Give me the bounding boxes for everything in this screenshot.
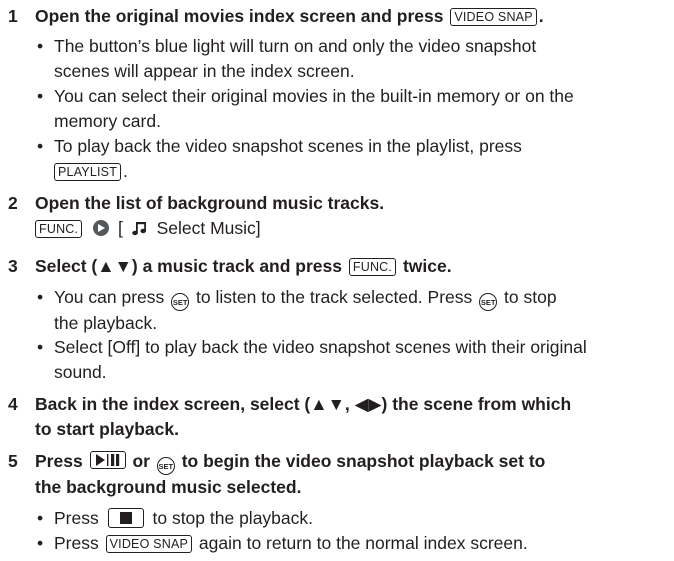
step-2-menu-path: FUNC. [ Select Music] <box>35 216 261 243</box>
bullet-text-part: to stop the playback. <box>152 508 314 528</box>
bullet-text-part: Press <box>54 508 99 528</box>
step-text: or <box>132 451 150 471</box>
bullet-text-part: Press <box>54 533 99 553</box>
playlist-key: PLAYLIST <box>54 163 122 181</box>
step-text: Select (▲▼) a music track and press <box>35 256 342 276</box>
menu-bracket: [ <box>117 218 123 238</box>
bullet-text-part: to listen to the track selected. Press <box>196 287 473 307</box>
step-number: 5 <box>8 451 18 471</box>
bullet-line: the playback. <box>54 313 158 333</box>
step-text: to begin the video snapshot playback set… <box>181 451 546 471</box>
bullet-line: You can select their original movies in … <box>54 86 574 106</box>
func-key: FUNC. <box>348 258 397 276</box>
set-button-icon: SET <box>479 293 498 311</box>
music-note-icon <box>131 218 148 243</box>
bullet-dot: • <box>37 533 44 553</box>
step-text: Open the original movies index screen an… <box>35 6 444 26</box>
bullet-text-part: to stop <box>504 287 557 307</box>
bullet-line: sound. <box>54 362 107 382</box>
step-number: 4 <box>8 394 18 414</box>
bullet-line: The button’s blue light will turn on and… <box>54 36 537 56</box>
bullet-text: Press VIDEO SNAP again to return to the … <box>54 531 662 556</box>
set-button-icon: SET <box>156 457 175 475</box>
bullet-dot: • <box>37 86 44 106</box>
video-snap-key: VIDEO SNAP <box>450 8 537 26</box>
step-number: 2 <box>8 193 18 213</box>
bullet-line: Select [Off] to play back the video snap… <box>54 337 587 357</box>
bullet-dot: • <box>37 36 44 56</box>
step-number: 1 <box>8 6 18 26</box>
step-line: to start playback. <box>35 419 179 439</box>
bullet-dot: • <box>37 136 44 156</box>
video-snap-key: VIDEO SNAP <box>105 535 193 553</box>
step-text: Press <box>35 451 83 471</box>
step-text-end: twice. <box>402 256 452 276</box>
bullet-text: To play back the video snapshot scenes i… <box>54 134 662 184</box>
bullet-text-part: again to return to the normal index scre… <box>198 533 528 553</box>
bullet-text-part: You can press <box>54 287 165 307</box>
bullet-dot: • <box>37 287 44 307</box>
bullet-dot: • <box>37 508 44 528</box>
bullet-line: To play back the video snapshot scenes i… <box>54 136 522 156</box>
step-line: Back in the index screen, select (▲▼, ◀▶… <box>35 394 572 414</box>
bullet-text: Select [Off] to play back the video snap… <box>54 335 662 385</box>
stop-key-icon <box>107 508 144 528</box>
bullet-line: memory card. <box>54 111 161 131</box>
manual-page: 1 Open the original movies index screen … <box>0 0 674 561</box>
step-text: Open the list of background music tracks… <box>35 193 385 213</box>
bullet-line: scenes will appear in the index screen. <box>54 61 355 81</box>
bullet-text: You can press SET to listen to the track… <box>54 285 662 336</box>
set-button-icon: SET <box>171 293 190 311</box>
bullet-dot: • <box>37 337 44 357</box>
func-key: FUNC. <box>35 220 83 238</box>
play-pause-key-icon <box>89 451 126 469</box>
arrow-right-icon <box>93 220 110 236</box>
bullet-text: The button’s blue light will turn on and… <box>54 34 662 84</box>
bullet-end: . <box>123 161 128 181</box>
bullet-text: Press to stop the playback. <box>54 506 662 531</box>
step-line: the background music selected. <box>35 477 302 497</box>
step-text-end: . <box>538 6 544 26</box>
menu-item-label: Select Music] <box>156 218 261 238</box>
step-number: 3 <box>8 256 18 276</box>
bullet-text: You can select their original movies in … <box>54 84 662 134</box>
